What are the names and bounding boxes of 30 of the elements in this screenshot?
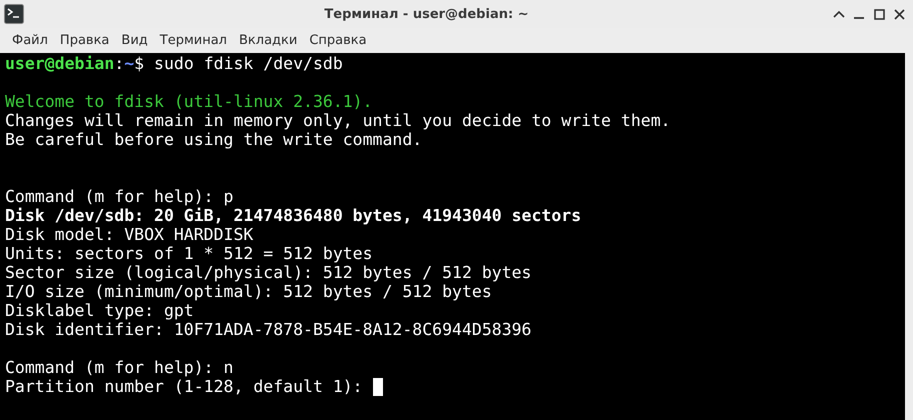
menu-item[interactable]: Вид — [115, 33, 154, 48]
prompt-path: ~ — [124, 54, 134, 73]
terminal-line: Sector size (logical/physical): 512 bytes / 512 bytes — [5, 263, 532, 282]
menu-item[interactable]: Терминал — [154, 33, 233, 48]
prompt-separator: : — [114, 54, 124, 73]
terminal-line: Be careful before using the write command. — [5, 130, 422, 149]
terminal-line: Command (m for help): n — [5, 358, 234, 377]
window-title: Терминал - user@debian: ~ — [323, 6, 530, 22]
terminal-line: I/O size (minimum/optimal): 512 bytes / 512 bytes — [5, 282, 492, 301]
prompt-user: user@debian — [5, 54, 114, 73]
terminal-line: Disk /dev/sdb: 20 GiB, 21474836480 bytes, 41943040 sectors — [5, 206, 582, 225]
chevron-up-icon[interactable] — [833, 10, 845, 18]
close-icon[interactable] — [894, 8, 904, 20]
terminal-area[interactable] — [0, 53, 905, 420]
terminal-line: Command (m for help): p — [5, 187, 234, 206]
menu-item[interactable]: Вкладки — [233, 33, 304, 48]
terminal-line: Changes will remain in memory only, until you decide to write them. — [5, 111, 671, 130]
prompt-symbol: $ — [134, 54, 144, 73]
terminal-line: Units: sectors of 1 * 512 = 512 bytes — [5, 244, 373, 263]
command-text: sudo fdisk /dev/sdb — [153, 54, 343, 73]
terminal-line: Partition number (1-128, default 1): — [5, 377, 364, 396]
terminal-line: Welcome to fdisk (util-linux 2.36.1). — [5, 92, 373, 111]
menu-item[interactable]: Файл — [6, 33, 54, 48]
menu-item[interactable]: Справка — [303, 33, 373, 48]
terminal-line: Disk identifier: 10F71ADA-7878-B54E-8A12-8C6944D58396 — [5, 320, 532, 339]
terminal-line: Disk model: VBOX HARDDISK — [5, 225, 254, 244]
terminal-line: Disklabel type: gpt — [5, 301, 194, 320]
menu-item[interactable]: Правка — [54, 33, 116, 48]
terminal-icon — [4, 4, 24, 24]
maximize-icon[interactable] — [874, 8, 884, 20]
